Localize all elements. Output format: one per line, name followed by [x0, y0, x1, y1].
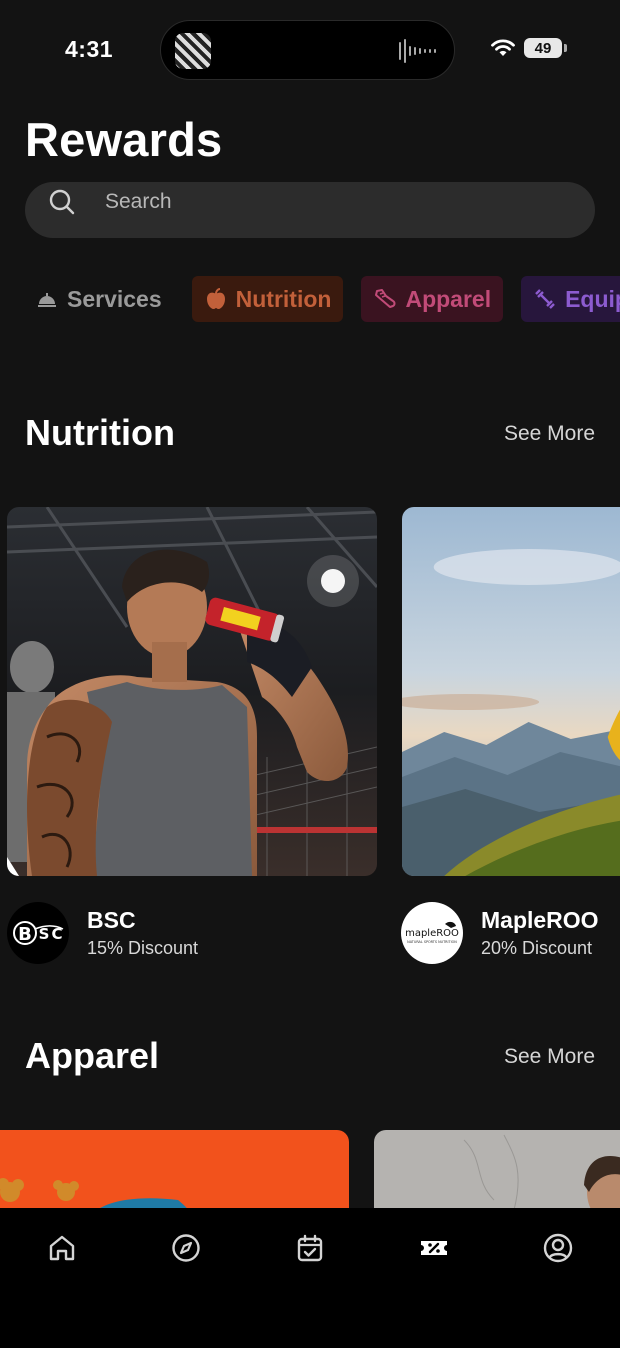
section-title-apparel: Apparel [25, 1035, 160, 1076]
bell-icon [38, 293, 56, 307]
status-indicators: 49 [490, 38, 567, 58]
category-chips: Services Nutrition Apparel Equi [25, 276, 620, 322]
dumbbell-icon [535, 289, 555, 309]
tab-explore[interactable] [168, 1230, 204, 1266]
brand-row-mapleroo[interactable]: mapleROO NATURAL SPORTS NUTRITION MapleR… [401, 902, 599, 964]
dynamic-island [160, 20, 455, 80]
brand-name: MapleROO [481, 907, 599, 933]
brand-row-bsc[interactable]: B S C BSC 15% Discount [7, 902, 198, 964]
reward-card-apparel-1[interactable] [0, 1130, 349, 1220]
tab-rewards[interactable] [416, 1230, 452, 1266]
brand-discount: 15% Discount [87, 938, 199, 958]
brand-name: BSC [87, 907, 136, 933]
card-image-apparel-2 [374, 1130, 620, 1220]
tab-home[interactable] [44, 1230, 80, 1266]
search-icon [49, 189, 75, 215]
mapleroo-logo-text: mapleROO [405, 928, 459, 939]
chip-services[interactable]: Services [25, 276, 174, 322]
tab-bar [0, 1208, 620, 1348]
tab-calendar[interactable] [292, 1230, 328, 1266]
brand-discount: 20% Discount [481, 938, 593, 958]
chip-label: Nutrition [235, 285, 332, 312]
section-title-nutrition: Nutrition [25, 412, 175, 453]
battery-indicator: 49 [524, 38, 567, 58]
home-icon [49, 1235, 75, 1261]
wifi-icon [491, 39, 515, 56]
search-top-fade [25, 168, 595, 182]
reward-card-bsc[interactable] [7, 507, 377, 876]
tab-profile[interactable] [540, 1230, 576, 1266]
compass-icon [172, 1234, 200, 1262]
shoe-icon [375, 289, 396, 308]
search-input[interactable] [105, 186, 565, 218]
chip-equipment[interactable]: Equipment [521, 276, 620, 322]
chip-label: Equipment [565, 285, 620, 312]
brand-logo-bsc: B S C [7, 902, 69, 964]
ticket-percent-icon [421, 1241, 447, 1255]
see-more-apparel-button[interactable]: See More [504, 1045, 595, 1069]
audio-wave-icon [399, 39, 436, 63]
reward-card-mapleroo[interactable] [402, 507, 620, 876]
apple-icon [206, 288, 225, 309]
status-time: 4:31 [65, 36, 114, 62]
mapleroo-logo-icon: mapleROO NATURAL SPORTS NUTRITION [405, 921, 459, 944]
page-title: Rewards [25, 113, 223, 166]
card-image-apparel-1 [0, 1130, 349, 1220]
calendar-check-icon [297, 1234, 323, 1262]
card-image-mapleroo [402, 507, 620, 876]
card-image-bsc [7, 507, 377, 876]
bsc-logo-icon: B S C [13, 921, 64, 945]
profile-icon [543, 1233, 573, 1263]
mapleroo-logo-subtext: NATURAL SPORTS NUTRITION [407, 940, 457, 944]
see-more-nutrition-button[interactable]: See More [504, 422, 595, 446]
chip-label: Apparel [405, 285, 492, 312]
chip-label: Services [67, 285, 162, 312]
chip-apparel[interactable]: Apparel [361, 276, 504, 322]
chip-nutrition[interactable]: Nutrition [191, 276, 344, 322]
now-playing-artwork [175, 33, 211, 69]
svg-text:B: B [18, 924, 32, 945]
brand-logo-mapleroo: mapleROO NATURAL SPORTS NUTRITION [401, 902, 463, 964]
reward-card-apparel-2[interactable] [374, 1130, 620, 1220]
